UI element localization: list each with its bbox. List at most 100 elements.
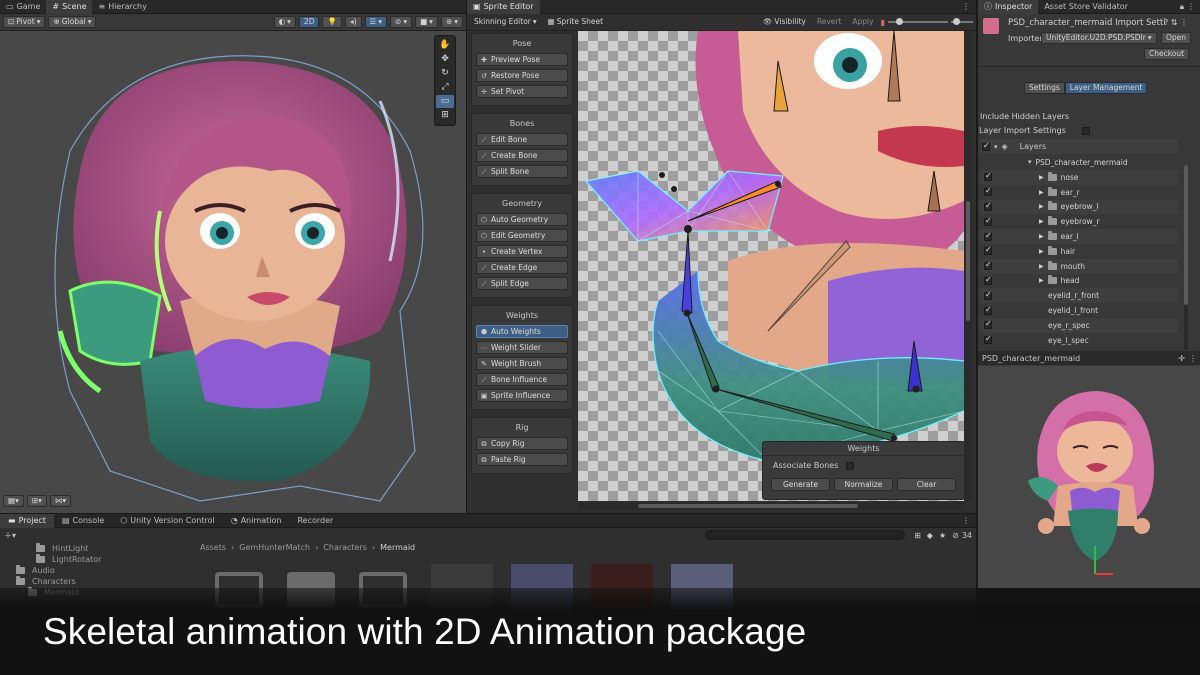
search-input[interactable] — [705, 530, 906, 540]
create-edge-button[interactable]: ⟋ Create Edge — [476, 261, 568, 274]
tab-game[interactable]: ▭ Game — [0, 0, 46, 14]
layer-row[interactable]: ▶ear_l — [980, 229, 1178, 244]
vertical-scrollbar[interactable] — [964, 31, 972, 501]
layer-row[interactable]: ▶head — [980, 274, 1178, 289]
tab-scene[interactable]: # Scene — [46, 0, 93, 14]
bone-influence-button[interactable]: ⟋ Bone Influence — [476, 373, 568, 386]
help-icon[interactable]: ? — [1164, 18, 1168, 27]
grid-snap-button[interactable]: ▦▾ — [3, 495, 24, 507]
favorite-icon[interactable]: ★ — [939, 531, 946, 540]
layer-row[interactable]: ▶eyebrow_r — [980, 214, 1178, 229]
scale-tool-icon[interactable]: ⤢ — [436, 81, 454, 94]
copy-rig-button[interactable]: ⧉ Copy Rig — [476, 437, 568, 450]
chevron-right-icon[interactable]: ▶ — [1039, 218, 1044, 225]
layer-row[interactable]: eyelid_r_front — [980, 288, 1178, 304]
layer-row[interactable]: ▶mouth — [980, 258, 1178, 274]
layer-checkbox[interactable] — [984, 290, 992, 300]
more-options-icon[interactable]: ⋮ — [962, 2, 976, 11]
audio-toggle[interactable]: ◂) — [344, 16, 362, 28]
zoom-slider[interactable] — [888, 18, 948, 25]
preset-icon[interactable]: ⇅ — [1171, 18, 1178, 27]
chevron-down-icon[interactable]: ▾ — [994, 143, 998, 151]
tab-settings[interactable]: Settings — [1024, 82, 1065, 94]
more-options-icon[interactable]: ⋮ — [1187, 2, 1200, 11]
effects-dropdown[interactable]: ☰ ▾ — [364, 16, 388, 28]
layer-checkbox[interactable] — [984, 216, 992, 226]
split-edge-button[interactable]: ⟋ Split Edge — [476, 277, 568, 290]
auto-weights-button[interactable]: ⬢ Auto Weights — [476, 325, 568, 338]
chevron-right-icon[interactable]: ▶ — [1039, 248, 1044, 255]
hidden-objects-toggle[interactable]: ⊘ ▾ — [390, 16, 413, 28]
rect-tool-icon[interactable]: ▭ — [436, 95, 454, 108]
restore-pose-button[interactable]: ↺ Restore Pose — [476, 69, 568, 82]
open-button[interactable]: Open — [1161, 32, 1192, 44]
edit-bone-button[interactable]: ⟋ Edit Bone — [476, 133, 568, 146]
layer-checkbox[interactable] — [984, 305, 992, 315]
search-by-type-icon[interactable]: ⊞ — [914, 531, 921, 540]
chevron-right-icon[interactable]: ▶ — [1039, 203, 1044, 210]
add-icon[interactable]: ＋▾ — [4, 530, 16, 541]
tab-unity-version-control[interactable]: ⬡ Unity Version Control — [112, 514, 222, 528]
preview-pose-button[interactable]: ✚ Preview Pose — [476, 53, 568, 66]
layer-row[interactable]: eye_r_spec — [980, 318, 1178, 333]
generate-weights-button[interactable]: Generate — [771, 478, 830, 491]
tab-recorder[interactable]: Recorder — [289, 514, 341, 528]
mode-2d-toggle[interactable]: 2D — [298, 16, 320, 28]
lighting-toggle[interactable]: 💡 — [322, 16, 342, 28]
apply-button[interactable]: Apply — [848, 16, 877, 28]
chevron-right-icon[interactable]: ▶ — [1039, 277, 1044, 284]
importer-dropdown[interactable]: UnityEditor.U2D.PSD.PSDIr ▾ — [1041, 32, 1157, 44]
tree-item[interactable]: Audio — [16, 565, 55, 575]
layer-checkbox[interactable] — [984, 334, 992, 345]
snap-increment-button[interactable]: ⊞▾ — [26, 495, 47, 507]
tab-console[interactable]: ▤ Console — [54, 514, 112, 528]
weight-brush-button[interactable]: ✎ Weight Brush — [476, 357, 568, 370]
visibility-button[interactable]: 👁 Visibility — [759, 16, 810, 28]
weight-slider-button[interactable]: ⋯ Weight Slider — [476, 341, 568, 354]
associate-bones-checkbox[interactable] — [846, 461, 855, 470]
breadcrumb-item[interactable]: Mermaid — [380, 543, 415, 554]
chevron-right-icon[interactable]: ▶ — [1039, 174, 1044, 181]
more-options-icon[interactable]: ⋮ — [1180, 18, 1188, 27]
layer-checkbox[interactable] — [984, 319, 992, 330]
layer-checkbox[interactable] — [984, 245, 992, 256]
tree-item[interactable]: HintLight — [36, 543, 88, 553]
layer-checkbox[interactable] — [984, 260, 992, 271]
normalize-weights-button[interactable]: Normalize — [834, 478, 893, 491]
skinning-canvas[interactable] — [578, 31, 964, 501]
tab-animation[interactable]: ◔ Animation — [223, 514, 290, 528]
create-vertex-button[interactable]: • Create Vertex — [476, 245, 568, 258]
layers-scrollbar[interactable] — [1184, 165, 1188, 350]
frame-debug-button[interactable]: ⋈▾ — [49, 495, 72, 507]
alpha-slider[interactable] — [951, 18, 973, 25]
auto-geometry-button[interactable]: ⬡ Auto Geometry — [476, 213, 568, 226]
layer-row[interactable]: ▶eyebrow_l — [980, 199, 1178, 215]
tab-sprite-editor[interactable]: ▣ Sprite Editor — [467, 0, 540, 14]
color-channel-icon[interactable]: ▮ — [881, 18, 885, 27]
eye-slash-icon[interactable]: ⊘ — [952, 531, 959, 540]
layer-row[interactable]: ▶hair — [980, 244, 1178, 259]
chevron-right-icon[interactable]: ▶ — [1039, 233, 1044, 240]
move-tool-icon[interactable]: ✥ — [436, 53, 454, 66]
paste-rig-button[interactable]: ⧉ Paste Rig — [476, 453, 568, 466]
set-pivot-button[interactable]: ✛ Set Pivot — [476, 85, 568, 98]
breadcrumb-item[interactable]: GemHunterMatch — [239, 543, 310, 554]
layer-checkbox[interactable] — [984, 231, 992, 241]
layer-checkbox[interactable] — [984, 201, 992, 211]
scene-viewport[interactable]: ✋ ✥ ↻ ⤢ ▭ ⊞ ▦▾ ⊞▾ ⋈▾ — [0, 31, 466, 513]
breadcrumb-item[interactable]: Assets — [200, 543, 226, 554]
tree-item[interactable]: LightRotator — [36, 554, 101, 564]
shading-mode-button[interactable]: ◐ ▾ — [273, 16, 296, 28]
create-bone-button[interactable]: ⟋ Create Bone — [476, 149, 568, 162]
layer-row-root[interactable]: ▾ PSD_character_mermaid — [980, 155, 1178, 170]
pivot-icon[interactable]: ✛ — [1178, 354, 1189, 363]
tab-hierarchy[interactable]: ≡ Hierarchy — [92, 0, 152, 14]
tab-asset-store-validator[interactable]: Asset Store Validator — [1038, 0, 1134, 14]
gizmos-dropdown[interactable]: ⊕ ▾ — [440, 16, 463, 28]
tab-project[interactable]: ▬ Project — [0, 513, 54, 528]
edit-geometry-button[interactable]: ⬡ Edit Geometry — [476, 229, 568, 242]
layer-checkbox[interactable] — [984, 186, 992, 197]
layer-checkbox[interactable] — [984, 275, 992, 285]
hand-tool-icon[interactable]: ✋ — [436, 39, 454, 52]
rotate-tool-icon[interactable]: ↻ — [436, 67, 454, 80]
